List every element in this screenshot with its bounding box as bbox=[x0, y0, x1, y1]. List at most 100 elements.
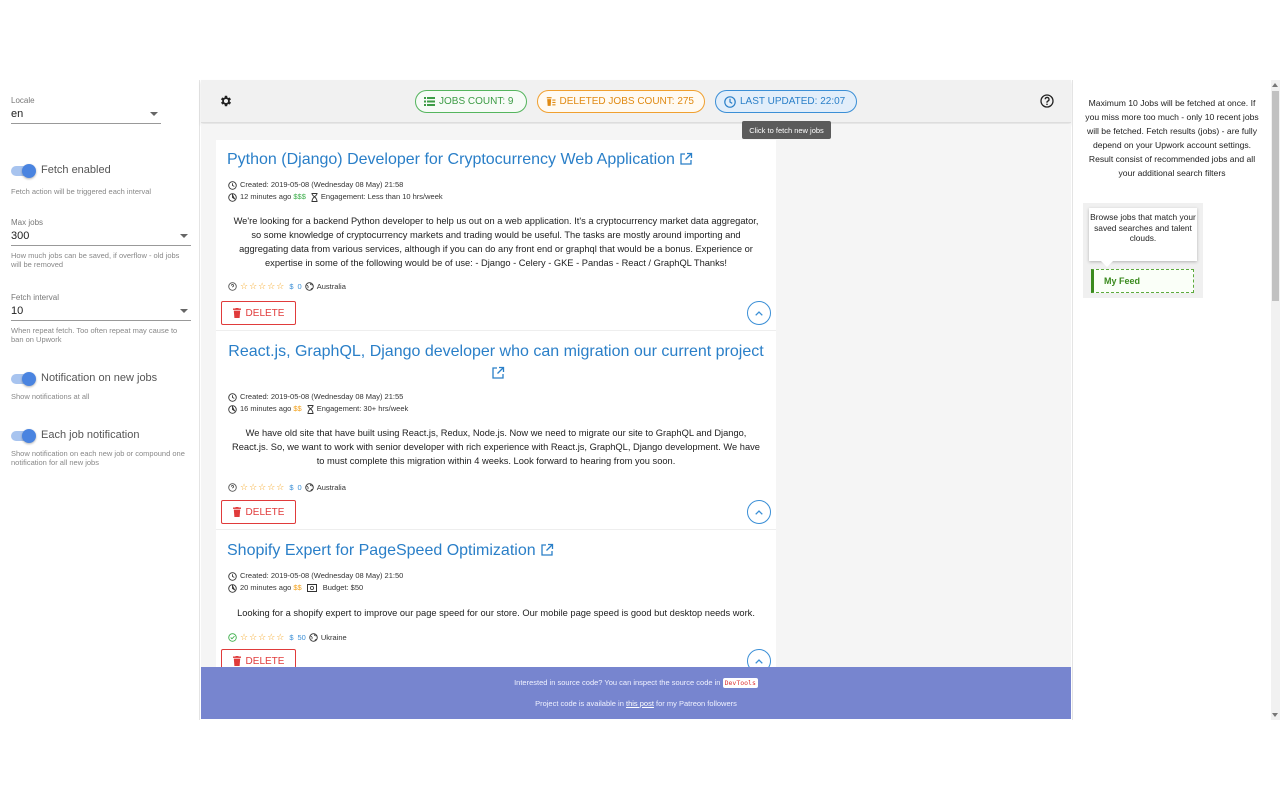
banner-text: Project code is available in bbox=[535, 699, 624, 708]
toolbar: JOBS COUNT: 9 DELETED JOBS COUNT: 275 LA… bbox=[201, 80, 1071, 123]
dollar-icon: $ bbox=[289, 482, 294, 492]
job-engagement: Engagement: 30+ hrs/week bbox=[316, 404, 409, 413]
clock-icon bbox=[228, 571, 237, 581]
rating-stars: ☆☆☆☆☆ bbox=[240, 631, 286, 642]
list-icon bbox=[424, 97, 435, 106]
deleted-jobs-label: DELETED JOBS COUNT: 275 bbox=[559, 96, 694, 107]
verified-icon bbox=[228, 632, 237, 642]
job-budget: Budget: $50 bbox=[322, 583, 364, 592]
last-updated-label: LAST UPDATED: 22:07 bbox=[740, 96, 846, 107]
jobs-content: Python (Django) Developer for Cryptocurr… bbox=[201, 124, 1071, 667]
delete-button[interactable]: DELETE bbox=[221, 301, 296, 325]
job-price: $$$ bbox=[293, 192, 306, 201]
locale-select[interactable]: Locale en bbox=[11, 96, 161, 124]
last-updated-button[interactable]: LAST UPDATED: 22:07 bbox=[715, 90, 857, 113]
job-title-link[interactable]: React.js, GraphQL, Django developer who … bbox=[216, 331, 776, 385]
external-link-icon[interactable] bbox=[679, 152, 693, 166]
page-scrollbar[interactable] bbox=[1271, 80, 1280, 720]
globe-icon bbox=[309, 632, 318, 642]
devtools-badge: DevTools bbox=[722, 678, 758, 688]
help-icon[interactable] bbox=[1040, 94, 1054, 108]
job-card: Python (Django) Developer for Cryptocurr… bbox=[216, 140, 776, 331]
patreon-post-link[interactable]: this post bbox=[626, 699, 654, 708]
scroll-down-arrow[interactable] bbox=[1272, 713, 1278, 717]
fetch-interval-label: Fetch interval bbox=[11, 293, 60, 302]
fetch-interval-select[interactable]: Fetch interval 10 When repeat fetch. Too… bbox=[11, 293, 191, 344]
job-footer: ☆☆☆☆☆ $ 50 Ukraine bbox=[216, 631, 776, 643]
job-card: Shopify Expert for PageSpeed Optimizatio… bbox=[216, 530, 776, 667]
job-title-link[interactable]: Python (Django) Developer for Cryptocurr… bbox=[216, 140, 776, 171]
history-icon bbox=[228, 404, 237, 414]
delete-label: DELETE bbox=[245, 506, 285, 518]
deleted-jobs-badge[interactable]: DELETED JOBS COUNT: 275 bbox=[537, 90, 705, 113]
max-jobs-select[interactable]: Max jobs 300 How much jobs can be saved,… bbox=[11, 218, 191, 269]
job-created-text: Created: 2019-05-08 (Wednesday 08 May) 2… bbox=[240, 180, 404, 189]
job-description: We're looking for a backend Python devel… bbox=[233, 216, 759, 268]
chevron-down-icon bbox=[180, 234, 188, 238]
collapse-button[interactable] bbox=[747, 649, 771, 667]
jobs-count-label: JOBS COUNT: 9 bbox=[439, 96, 514, 107]
each-job-hint: Show notification on each new job or com… bbox=[11, 449, 185, 467]
notify-new-hint: Show notifications at all bbox=[11, 392, 90, 401]
question-icon bbox=[228, 281, 237, 291]
job-title: Python (Django) Developer for Cryptocurr… bbox=[227, 151, 675, 168]
each-job-label: Each job notification bbox=[41, 429, 140, 441]
job-engagement: Engagement: Less than 10 hrs/week bbox=[320, 192, 443, 201]
chevron-up-icon bbox=[755, 310, 763, 316]
job-footer: ☆☆☆☆☆ $ 0 Australia bbox=[216, 481, 776, 493]
history-icon bbox=[228, 192, 237, 202]
job-title-link[interactable]: Shopify Expert for PageSpeed Optimizatio… bbox=[216, 530, 776, 562]
globe-icon bbox=[304, 281, 314, 291]
job-description: Looking for a shopify expert to improve … bbox=[237, 608, 755, 618]
job-title: React.js, GraphQL, Django developer who … bbox=[228, 343, 764, 360]
job-created-text: Created: 2019-05-08 (Wednesday 08 May) 2… bbox=[240, 571, 404, 580]
question-icon bbox=[228, 482, 237, 492]
fetch-tooltip: Click to fetch new jobs bbox=[742, 121, 831, 139]
dollar-icon: $ bbox=[289, 632, 294, 642]
client-spent: 50 bbox=[297, 632, 306, 642]
banner-text: for my Patreon followers bbox=[656, 699, 737, 708]
banner-text: Interested in source code? You can inspe… bbox=[514, 678, 721, 687]
job-created: Created: 2019-05-08 (Wednesday 08 May) 2… bbox=[216, 570, 776, 582]
toggle-switch[interactable] bbox=[11, 372, 36, 386]
clock-icon bbox=[228, 392, 237, 402]
jobs-list: Python (Django) Developer for Cryptocurr… bbox=[216, 140, 776, 667]
delete-button[interactable]: DELETE bbox=[221, 500, 296, 524]
fetch-enabled-hint: Fetch action will be triggered each inte… bbox=[11, 187, 152, 196]
chevron-down-icon bbox=[150, 112, 158, 116]
chevron-down-icon bbox=[180, 309, 188, 313]
job-created-text: Created: 2019-05-08 (Wednesday 08 May) 2… bbox=[240, 392, 404, 401]
clock-icon bbox=[228, 180, 237, 190]
jobs-count-badge[interactable]: JOBS COUNT: 9 bbox=[415, 90, 527, 113]
settings-sidebar: Locale en Fetch enabled Fetch action wil… bbox=[0, 80, 200, 720]
my-feed-button[interactable]: My Feed bbox=[1091, 269, 1194, 293]
delete-label: DELETE bbox=[245, 307, 285, 319]
external-link-icon[interactable] bbox=[540, 543, 554, 557]
delete-label: DELETE bbox=[245, 655, 285, 667]
collapse-button[interactable] bbox=[747, 301, 771, 325]
chevron-up-icon bbox=[755, 658, 763, 664]
info-panel: Maximum 10 Jobs will be fetched at once.… bbox=[1072, 80, 1270, 720]
toggle-switch[interactable] bbox=[11, 164, 36, 178]
job-price: $$ bbox=[293, 404, 302, 413]
hourglass-icon bbox=[307, 404, 314, 414]
gear-icon[interactable] bbox=[219, 94, 233, 108]
job-meta: 12 minutes ago $$$ Engagement: Less than… bbox=[216, 191, 776, 203]
clock-icon bbox=[724, 95, 736, 108]
external-link-icon[interactable] bbox=[491, 366, 505, 380]
delete-button[interactable]: DELETE bbox=[221, 649, 296, 667]
fetch-info-text: Maximum 10 Jobs will be fetched at once.… bbox=[1085, 98, 1259, 178]
globe-icon bbox=[304, 482, 314, 492]
client-country: Australia bbox=[316, 281, 346, 291]
scrollbar-thumb[interactable] bbox=[1272, 91, 1279, 301]
client-spent: 0 bbox=[297, 482, 302, 492]
collapse-button[interactable] bbox=[747, 500, 771, 524]
trash-icon bbox=[232, 308, 241, 318]
budget-icon bbox=[306, 584, 317, 592]
feed-tooltip: Browse jobs that match your saved search… bbox=[1089, 208, 1197, 267]
toggle-switch[interactable] bbox=[11, 429, 36, 443]
scroll-up-arrow[interactable] bbox=[1272, 83, 1278, 87]
trash-icon bbox=[232, 656, 241, 666]
client-spent: 0 bbox=[297, 281, 302, 291]
fetch-interval-hint: When repeat fetch. Too often repeat may … bbox=[11, 326, 178, 344]
